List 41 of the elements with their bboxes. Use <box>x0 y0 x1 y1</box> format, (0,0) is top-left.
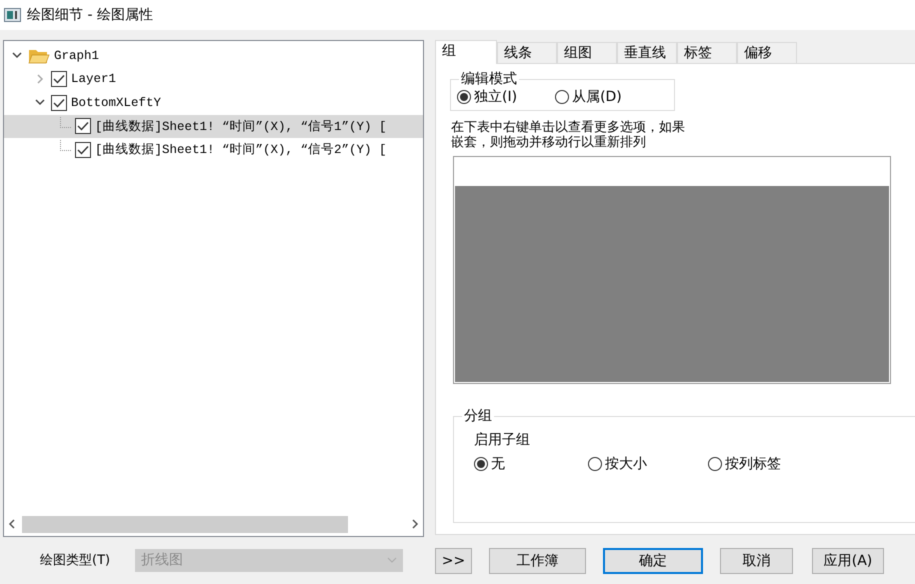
app-icon <box>4 8 21 22</box>
radio-label[interactable]: 独立(I) <box>474 88 518 106</box>
checkbox[interactable] <box>75 118 91 134</box>
tab[interactable]: 组图 <box>557 42 617 63</box>
group-title: 编辑模式 <box>459 71 519 87</box>
radio-button[interactable] <box>457 90 471 104</box>
dialog-button[interactable]: 取消 <box>720 548 793 574</box>
radio-label[interactable]: 按列标签 <box>725 455 781 473</box>
radio-label[interactable]: 无 <box>491 455 505 473</box>
window-title: 绘图细节 - 绘图属性 <box>27 6 153 24</box>
tree-item-label[interactable]: Layer1 <box>71 72 116 86</box>
tree-item-label[interactable]: [曲线数据]Sheet1! “时间”(X), “信号1”(Y) [ <box>95 118 387 135</box>
dialog-button[interactable]: >> <box>435 548 472 574</box>
tab[interactable]: 线条 <box>497 42 557 63</box>
tab[interactable]: 标签 <box>677 42 737 63</box>
dialog-button[interactable]: 应用(A) <box>812 548 884 574</box>
tab[interactable]: 组 <box>435 40 497 64</box>
tree-row[interactable]: [曲线数据]Sheet1! “时间”(X), “信号2”(Y) [ <box>4 138 423 162</box>
checkbox[interactable] <box>51 94 67 111</box>
dialog-button[interactable]: 工作簿 <box>489 548 586 574</box>
radio-button[interactable] <box>474 457 488 471</box>
dialog-button[interactable]: 确定 <box>603 548 703 574</box>
radio-label[interactable]: 按大小 <box>605 455 647 473</box>
radio-button[interactable] <box>588 457 602 471</box>
tab[interactable]: 偏移 <box>737 42 797 63</box>
radio-button[interactable] <box>555 90 570 104</box>
radio-button[interactable] <box>708 457 722 471</box>
tree-row[interactable]: [曲线数据]Sheet1! “时间”(X), “信号1”(Y) [ <box>4 114 423 138</box>
folder-icon <box>28 48 50 64</box>
checkbox[interactable] <box>75 142 91 158</box>
radio-label[interactable]: 从属(D) <box>572 88 622 106</box>
tree-item-label[interactable]: BottomXLeftY <box>71 96 162 110</box>
subgroup-label: 启用子组 <box>474 431 531 449</box>
hint-text: 在下表中右键单击以查看更多选项，如果嵌套，则拖动并移动行以重新排列 <box>451 120 686 150</box>
table-area[interactable] <box>453 156 891 384</box>
checkbox[interactable] <box>51 71 67 88</box>
tree-item-label[interactable]: Graph1 <box>54 48 100 63</box>
plot-type-label: 绘图类型(T) <box>40 552 110 569</box>
tab[interactable]: 垂直线 <box>617 42 677 63</box>
group-title: 分组 <box>462 408 494 424</box>
tree-item-label[interactable]: [曲线数据]Sheet1! “时间”(X), “信号2”(Y) [ <box>95 141 387 158</box>
